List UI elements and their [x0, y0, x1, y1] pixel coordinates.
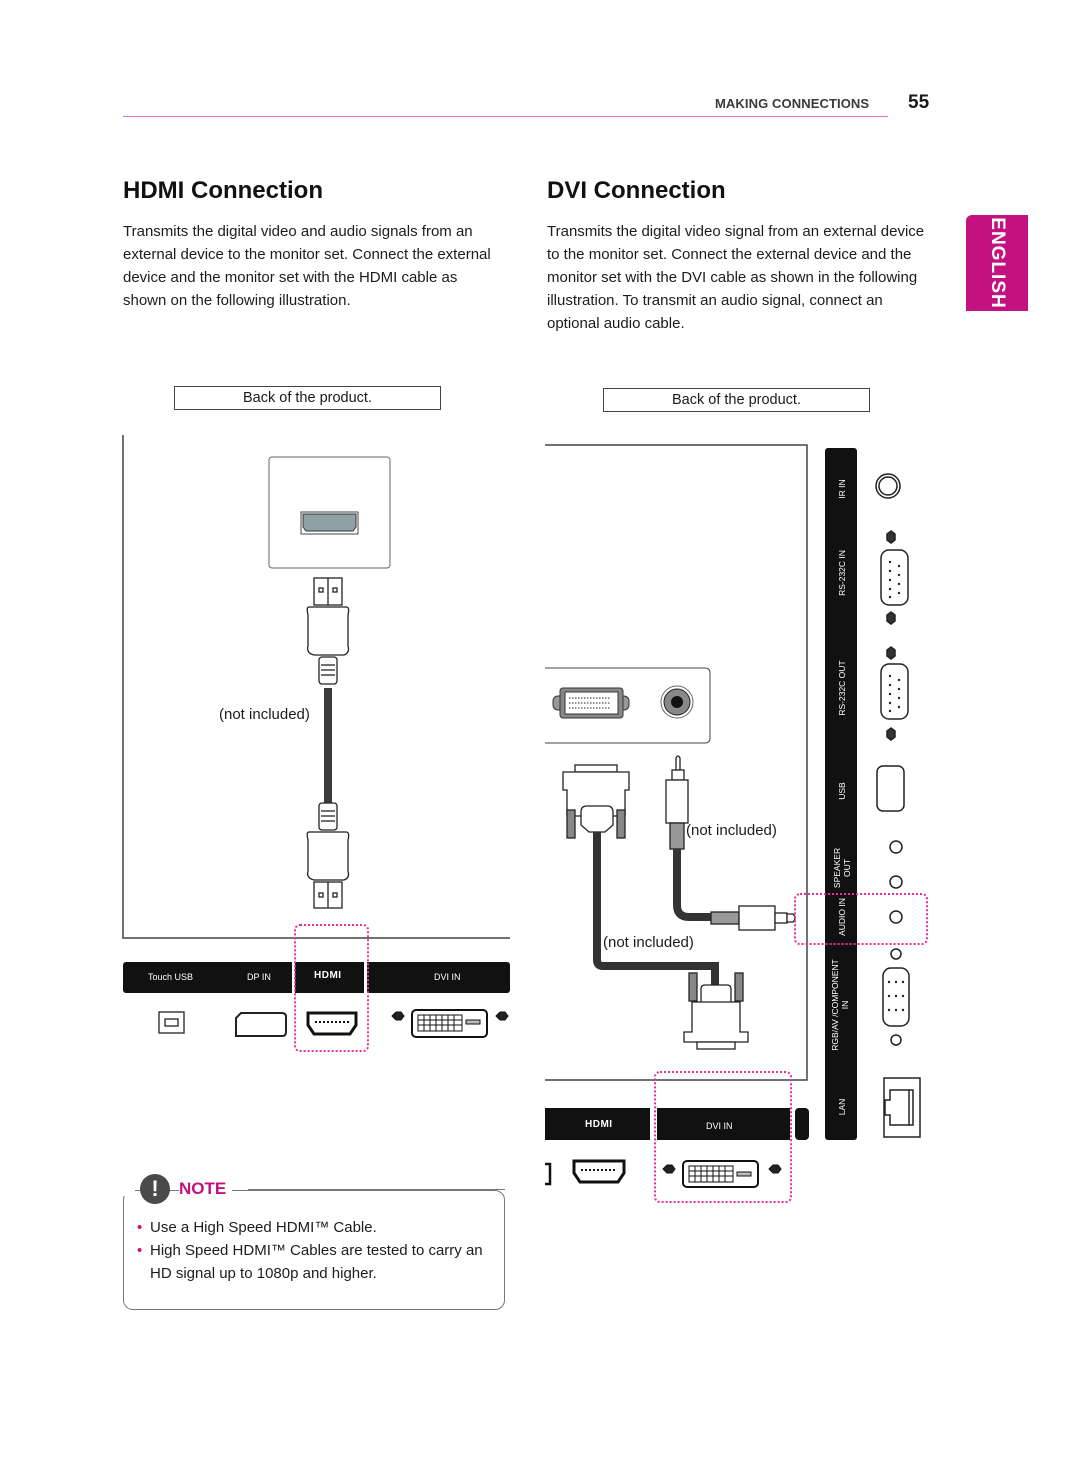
note-label: NOTE — [179, 1179, 233, 1199]
hdmi-plug-bottom — [306, 802, 350, 909]
exclamation-icon: ! — [140, 1174, 170, 1204]
dvi-in-highlight — [654, 1071, 792, 1203]
hdmi-port-icon — [302, 513, 357, 532]
section-title: MAKING CONNECTIONS — [715, 96, 870, 111]
hdmi-plug-top — [306, 577, 350, 685]
dvi-port-panel-icon — [552, 687, 630, 719]
note-rule — [248, 1189, 505, 1190]
strip-label-dvi-in: DVI IN — [434, 972, 461, 982]
side-label-audio-in: AUDIO IN — [837, 898, 847, 936]
dvi-description: Transmits the digital video signal from … — [547, 223, 925, 332]
hdmi-heading: HDMI Connection — [123, 177, 323, 204]
strip-label-dp-in: DP IN — [247, 972, 271, 982]
hdmi-cable-note: (not included) — [219, 706, 310, 723]
dvi-heading: DVI Connection — [547, 177, 726, 204]
language-tab: ENGLISH — [966, 215, 1028, 311]
language-label: ENGLISH — [987, 217, 1008, 309]
side-label-lan: LAN — [837, 1098, 847, 1116]
audio-cable — [673, 849, 711, 921]
audio-jack-panel-icon — [660, 685, 694, 719]
dvi-cable — [593, 832, 719, 985]
note-item: Use a High Speed HDMI™ Cable. — [137, 1216, 497, 1239]
hdmi-back-caption: Back of the product. — [174, 386, 441, 410]
speaker-out-r-port — [889, 875, 903, 889]
usb-port — [876, 765, 905, 812]
dvi-plug-bottom — [683, 972, 749, 1050]
side-label-rs232c-out: RS-232C OUT — [837, 660, 847, 716]
dvi-in-port — [391, 1009, 509, 1038]
dvi-strip-label-hdmi: HDMI — [585, 1119, 613, 1130]
side-label-rgb-component-in: RGB/AV /COMPONENT IN — [830, 959, 850, 1051]
side-label-ir-in: IR IN — [837, 479, 847, 499]
rs232c-in-port — [880, 530, 909, 625]
hdmi-description: Transmits the digital video and audio si… — [123, 223, 491, 309]
audio-plug-right — [710, 905, 796, 931]
speaker-out-l-port — [889, 840, 903, 854]
side-label-usb: USB — [837, 782, 847, 800]
page-number: 55 — [908, 92, 930, 113]
hdmi-highlight — [294, 924, 369, 1052]
strip-label-hdmi: HDMI — [314, 970, 342, 981]
dvi-strip-label-dvi-in: DVI IN — [706, 1121, 733, 1131]
dvi-cable-note: (not included) — [603, 934, 694, 951]
audio-cable-note: (not included) — [686, 822, 777, 839]
rs232c-out-port — [880, 646, 909, 741]
header-divider — [123, 116, 888, 117]
audio-in-highlight — [794, 893, 928, 945]
dvi-back-caption: Back of the product. — [603, 388, 870, 412]
note-list: Use a High Speed HDMI™ Cable. High Speed… — [137, 1216, 497, 1285]
lan-port — [883, 1077, 921, 1138]
strip-label-touch-usb: Touch USB — [148, 972, 194, 982]
note-item: High Speed HDMI™ Cables are tested to ca… — [137, 1239, 497, 1285]
side-label-rs232c-in: RS-232C IN — [837, 550, 847, 596]
audio-plug-top — [665, 755, 689, 850]
hdmi-in-port-2 — [572, 1159, 626, 1184]
hdmi-cable — [324, 688, 332, 803]
touch-usb-port — [158, 1011, 185, 1034]
dvi-plug-top — [562, 764, 630, 839]
dp-in-port — [235, 1012, 287, 1037]
